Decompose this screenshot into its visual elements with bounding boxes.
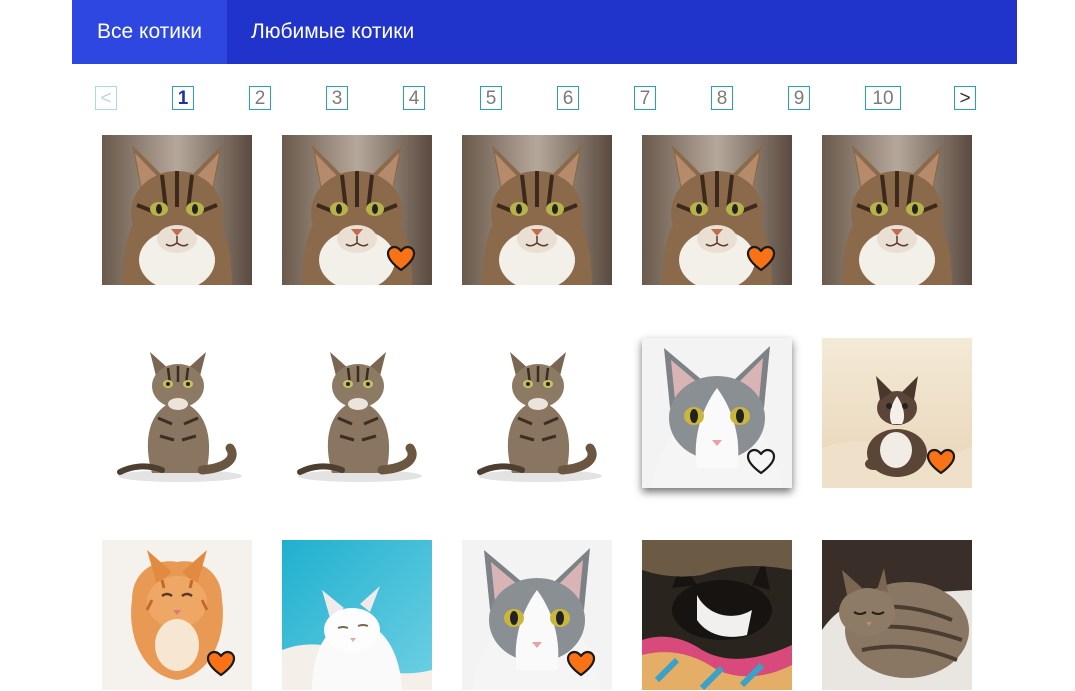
page-button-6[interactable]: 6 (557, 86, 579, 110)
pagination: < 1 2 3 4 5 6 7 8 9 10 > (0, 86, 1075, 114)
page-button-10[interactable]: 10 (865, 86, 901, 110)
tab-favorite-cats[interactable]: Любимые котики (227, 0, 438, 64)
tab-all-cats[interactable]: Все котики (72, 0, 227, 64)
cat-card[interactable] (102, 135, 252, 285)
top-navigation: Все котики Любимые котики (72, 0, 1017, 64)
cat-card[interactable] (642, 338, 792, 488)
page-button-1[interactable]: 1 (172, 86, 194, 110)
page-button-8[interactable]: 8 (711, 86, 733, 110)
favorite-heart-icon[interactable] (746, 245, 776, 273)
next-page-button[interactable]: > (954, 86, 976, 110)
cat-card[interactable] (282, 338, 432, 488)
favorite-heart-icon[interactable] (386, 245, 416, 273)
cat-card[interactable] (462, 540, 612, 690)
cat-card[interactable] (822, 135, 972, 285)
cat-photo (102, 338, 252, 488)
page-button-5[interactable]: 5 (480, 86, 502, 110)
page-button-9[interactable]: 9 (788, 86, 810, 110)
favorite-heart-icon[interactable] (926, 448, 956, 476)
cat-photo (282, 338, 432, 488)
favorite-heart-icon[interactable] (206, 650, 236, 678)
cat-card[interactable] (822, 338, 972, 488)
cat-photo (642, 540, 792, 690)
cat-photo (462, 135, 612, 285)
cat-card[interactable] (462, 338, 612, 488)
cat-photo (282, 540, 432, 690)
cat-card[interactable] (642, 135, 792, 285)
cat-card[interactable] (642, 540, 792, 690)
favorite-heart-icon[interactable] (566, 650, 596, 678)
cat-card[interactable] (282, 135, 432, 285)
page-button-3[interactable]: 3 (326, 86, 348, 110)
favorite-heart-icon[interactable] (746, 448, 776, 476)
cat-photo (462, 338, 612, 488)
page-button-2[interactable]: 2 (249, 86, 271, 110)
page-button-4[interactable]: 4 (403, 86, 425, 110)
cat-card[interactable] (282, 540, 432, 690)
cat-photo (822, 135, 972, 285)
cat-card[interactable] (102, 338, 252, 488)
cat-card[interactable] (822, 540, 972, 690)
cat-card[interactable] (462, 135, 612, 285)
cat-photo (822, 540, 972, 690)
cat-card[interactable] (102, 540, 252, 690)
prev-page-button[interactable]: < (95, 86, 117, 110)
cat-photo (102, 135, 252, 285)
page-button-7[interactable]: 7 (634, 86, 656, 110)
